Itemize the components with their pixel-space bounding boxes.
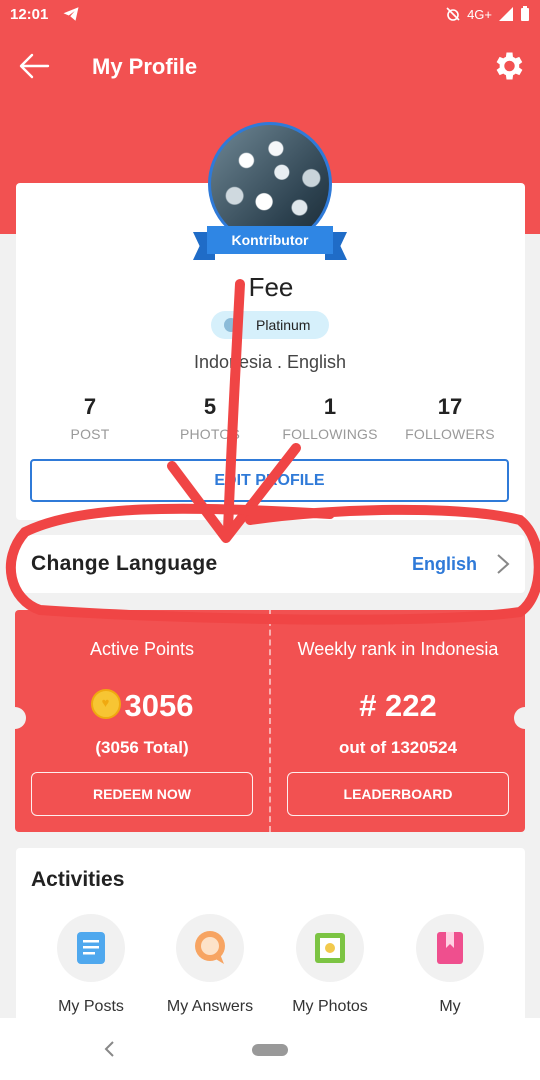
activity-my-answers[interactable]: My Answers <box>150 914 270 1016</box>
activity-label: My Posts <box>58 998 124 1015</box>
status-bar: 12:01 4G+ <box>0 0 540 32</box>
weekly-rank-sub: out of 1320524 <box>338 738 458 757</box>
network-type: 4G+ <box>467 6 492 22</box>
stat-label: PHOTOS <box>179 426 241 442</box>
stat-value: 1 <box>323 394 337 419</box>
stat-label: FOLLOWERS <box>405 426 495 442</box>
activity-label: My <box>439 998 461 1015</box>
profile-stats: 7 POST 5 PHOTOS 1 FOLLOWINGS 17 FOLLOWER… <box>30 394 510 450</box>
weekly-rank-section: Weekly rank in Indonesia # 222 out of 13… <box>271 610 525 832</box>
badge-label: Kontributor <box>207 226 333 254</box>
stat-label: FOLLOWINGS <box>282 426 378 442</box>
arrow-left-icon[interactable] <box>14 48 54 84</box>
activity-my-posts[interactable]: My Posts <box>31 914 151 1016</box>
stat-photos[interactable]: 5 PHOTOS <box>150 394 270 450</box>
tier-badge: Platinum <box>211 311 329 339</box>
coin-icon <box>90 689 121 719</box>
activity-label: My Answers <box>166 998 254 1015</box>
photo-icon <box>315 933 345 963</box>
app-bar: My Profile <box>0 34 540 98</box>
speech-bubble-icon <box>195 931 225 964</box>
bookmark-icon <box>437 932 463 964</box>
activities-title: Activities <box>31 868 125 891</box>
activities-card: Activities My Posts My Answers My Photos… <box>16 848 525 1023</box>
stat-value: 5 <box>203 394 217 419</box>
gear-icon[interactable] <box>490 48 526 84</box>
active-points-section: Active Points 3056 (3056 Total) REDEEM N… <box>15 610 269 832</box>
tier-label: Platinum <box>256 317 311 333</box>
stat-posts[interactable]: 7 POST <box>30 394 150 450</box>
weekly-rank-title: Weekly rank in Indonesia <box>297 639 499 659</box>
stat-value: 7 <box>83 394 97 419</box>
redeem-now-button[interactable]: REDEEM NOW <box>31 772 253 816</box>
active-points-value-row: 3056 <box>15 688 269 724</box>
change-language-row[interactable]: Change Language English <box>16 535 525 593</box>
active-points-total: (3056 Total) <box>95 738 189 757</box>
battery-icon <box>521 6 529 21</box>
chevron-right-icon <box>497 554 510 574</box>
system-nav-bar <box>0 1018 540 1080</box>
alarm-off-icon <box>446 7 460 21</box>
activity-my-photos[interactable]: My Photos <box>270 914 390 1016</box>
active-points-value: 3056 <box>124 688 194 723</box>
nav-home-button[interactable] <box>252 1044 288 1056</box>
language-value: English <box>411 554 477 574</box>
nav-back-icon[interactable] <box>102 1040 116 1058</box>
activity-label: My Photos <box>292 998 368 1015</box>
stat-label: POST <box>70 426 110 442</box>
weekly-rank-value: # 222 <box>359 688 437 723</box>
signal-icon <box>499 7 513 21</box>
telegram-icon <box>63 7 79 21</box>
points-card: Active Points 3056 (3056 Total) REDEEM N… <box>4 610 536 832</box>
activity-my-bookmarks[interactable]: My <box>390 914 510 1016</box>
user-name: Fee <box>248 272 294 302</box>
locale-text: Indonesia . English <box>193 352 347 372</box>
stat-followers[interactable]: 17 FOLLOWERS <box>390 394 510 450</box>
status-time: 12:01 <box>10 6 49 23</box>
leaderboard-button[interactable]: LEADERBOARD <box>287 772 509 816</box>
page-title: My Profile <box>92 54 198 79</box>
change-language-label: Change Language <box>31 552 218 575</box>
tier-icon <box>224 318 238 332</box>
document-icon <box>77 932 105 964</box>
edit-profile-button[interactable]: EDIT PROFILE <box>30 459 509 502</box>
stat-followings[interactable]: 1 FOLLOWINGS <box>270 394 390 450</box>
contributor-badge: Kontributor <box>193 224 347 262</box>
stat-value: 17 <box>437 394 463 419</box>
active-points-title: Active Points <box>89 639 195 659</box>
